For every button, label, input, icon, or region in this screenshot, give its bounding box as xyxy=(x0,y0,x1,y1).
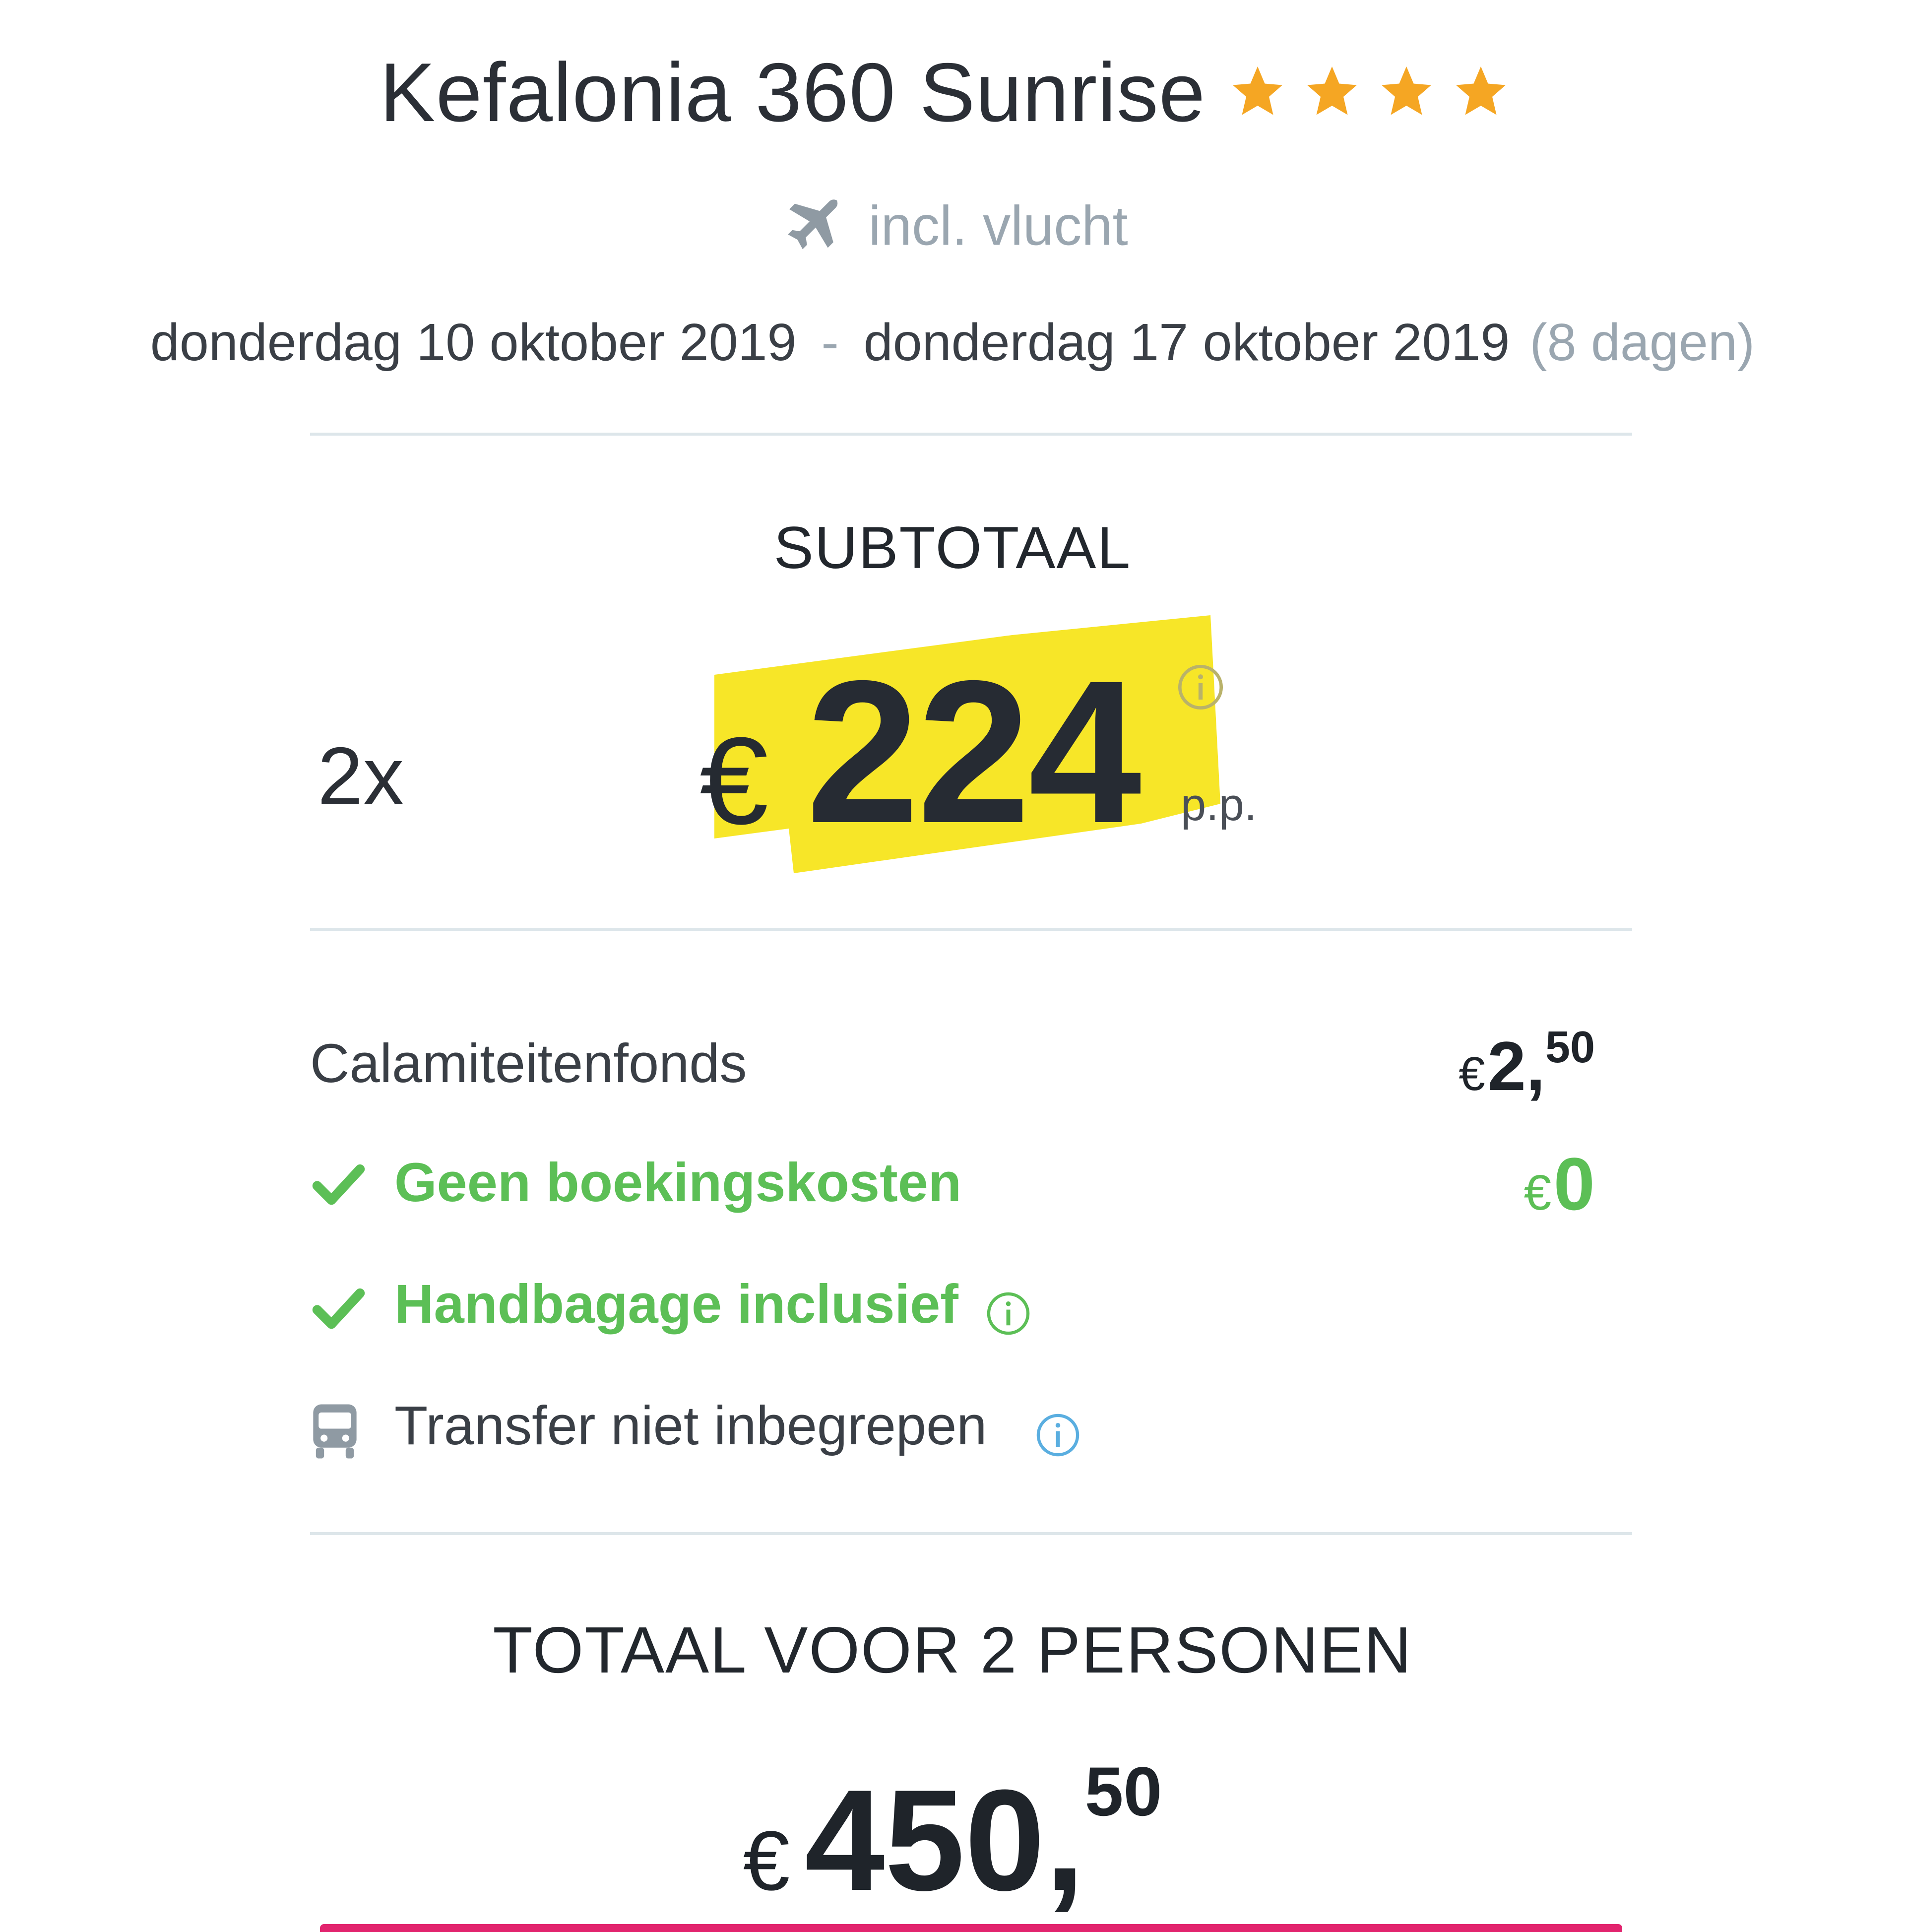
booking-costs-label: Geen boekingskosten xyxy=(394,1152,962,1213)
hotel-name: Kefalonia 360 Sunrise xyxy=(380,46,1206,139)
check-icon xyxy=(310,1285,367,1335)
flight-info: incl. vlucht xyxy=(0,191,1905,260)
per-person-label: p.p. xyxy=(1181,779,1257,830)
end-date: donderdag 17 oktober 2019 xyxy=(863,313,1510,372)
calamity-fund-amount: € 2,50 xyxy=(1459,1022,1595,1106)
transfer-label: Transfer niet inbegrepen xyxy=(394,1395,987,1456)
bus-icon xyxy=(308,1402,362,1461)
info-icon[interactable] xyxy=(1176,662,1225,712)
hotel-title-row: Kefalonia 360 Sunrise xyxy=(0,45,1905,140)
total-label: TOTAAL VOOR 2 PERSONEN xyxy=(493,1613,1412,1686)
travel-dates: donderdag 10 oktober 2019- donderdag 17 o… xyxy=(0,313,1905,373)
price-currency: € xyxy=(699,711,769,850)
quantity: 2x xyxy=(318,730,404,822)
fee-cents: 50 xyxy=(1545,1023,1595,1072)
date-separator: - xyxy=(821,313,839,372)
subtotal-label: SUBTOTAAL xyxy=(773,515,1132,581)
airplane-icon xyxy=(777,191,846,260)
booking-costs-value: 0 xyxy=(1553,1142,1595,1225)
booking-costs-currency: € xyxy=(1524,1165,1552,1221)
hand-luggage-label: Handbagage inclusief xyxy=(394,1274,958,1335)
total-currency: € xyxy=(743,1814,790,1908)
info-icon[interactable] xyxy=(1034,1412,1081,1459)
star-icon xyxy=(1228,62,1287,121)
check-icon xyxy=(310,1161,367,1211)
star-icon xyxy=(1377,62,1436,121)
fee-currency: € xyxy=(1459,1047,1485,1100)
divider xyxy=(310,1532,1632,1535)
booking-costs-amount: € 0 xyxy=(1524,1141,1595,1227)
flight-label: incl. vlucht xyxy=(868,194,1128,257)
star-icon xyxy=(1451,62,1511,121)
start-date: donderdag 10 oktober 2019 xyxy=(150,313,797,372)
trip-duration: (8 dagen) xyxy=(1529,313,1755,372)
total-whole: 450, xyxy=(805,1760,1085,1921)
star-rating xyxy=(1228,62,1525,124)
total-amount: €450,50 xyxy=(0,1751,1905,1923)
divider xyxy=(310,433,1632,436)
total-cents: 50 xyxy=(1084,1752,1162,1830)
star-icon xyxy=(1302,62,1362,121)
divider xyxy=(310,928,1632,931)
book-button-edge[interactable] xyxy=(320,1924,1622,1932)
fee-whole: 2, xyxy=(1487,1027,1545,1105)
calamity-fund-label: Calamiteitenfonds xyxy=(310,1033,747,1094)
price-per-person: 224 xyxy=(806,638,1142,865)
info-icon[interactable] xyxy=(985,1290,1032,1337)
